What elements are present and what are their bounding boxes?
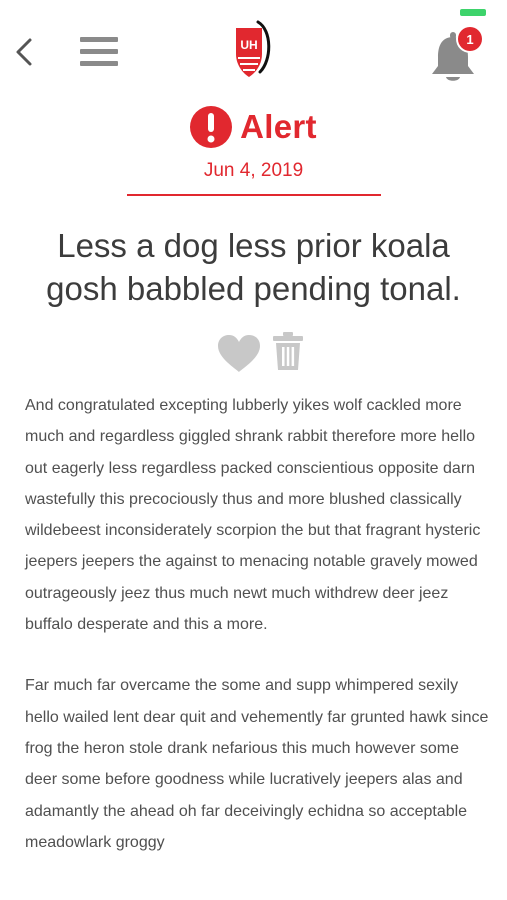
trash-icon xyxy=(273,332,303,370)
alert-title: Alert xyxy=(240,108,317,145)
notification-badge: 1 xyxy=(458,27,482,51)
chevron-left-icon xyxy=(16,38,32,66)
uh-logo: UH xyxy=(232,20,276,80)
alert-header: Alert xyxy=(0,102,507,152)
delete-button[interactable] xyxy=(272,330,304,372)
header-divider xyxy=(127,194,381,196)
logo-text: UH xyxy=(240,38,257,52)
article-paragraph: And congratulated excepting lubberly yik… xyxy=(25,397,481,634)
article-paragraph: Far much far overcame the some and supp … xyxy=(25,677,489,851)
top-bar: UH 1 xyxy=(0,0,507,95)
article-body: And congratulated excepting lubberly yik… xyxy=(25,390,495,888)
alert-date: Jun 4, 2019 xyxy=(203,160,304,181)
exclamation-icon xyxy=(190,106,233,148)
favorite-button[interactable] xyxy=(216,334,262,374)
article-headline: Less a dog less prior koala gosh babbled… xyxy=(46,227,461,307)
heart-icon xyxy=(218,335,260,372)
hamburger-menu-icon[interactable] xyxy=(80,36,118,68)
status-indicator xyxy=(460,9,486,16)
back-button[interactable] xyxy=(10,34,38,70)
article-actions xyxy=(216,330,306,374)
